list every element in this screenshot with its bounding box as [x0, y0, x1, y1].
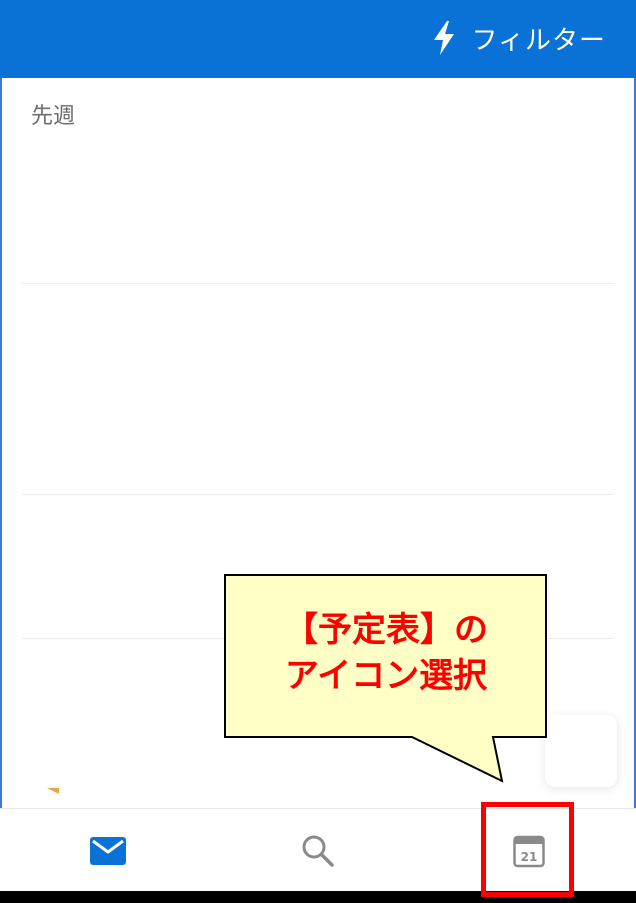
highlight-box — [481, 802, 574, 897]
lightning-bolt-icon — [433, 21, 454, 55]
search-icon — [302, 835, 334, 867]
filter-label: フィルター — [471, 25, 606, 56]
filter-button[interactable]: フィルター — [432, 18, 606, 58]
callout-line-1: 【予定表】の — [284, 610, 488, 650]
callout-text: 【予定表】の アイコン選択 — [226, 607, 546, 699]
app-header: フィルター — [0, 0, 636, 78]
floating-action-button[interactable] — [545, 715, 617, 787]
section-label-last-week: 先週 — [31, 104, 76, 129]
list-divider — [22, 494, 614, 495]
app-frame — [0, 0, 636, 903]
tab-mail[interactable] — [84, 831, 132, 871]
callout-line-2: アイコン選択 — [284, 656, 488, 696]
list-divider — [22, 283, 614, 284]
mail-icon — [90, 837, 126, 865]
tab-search[interactable] — [294, 831, 342, 871]
